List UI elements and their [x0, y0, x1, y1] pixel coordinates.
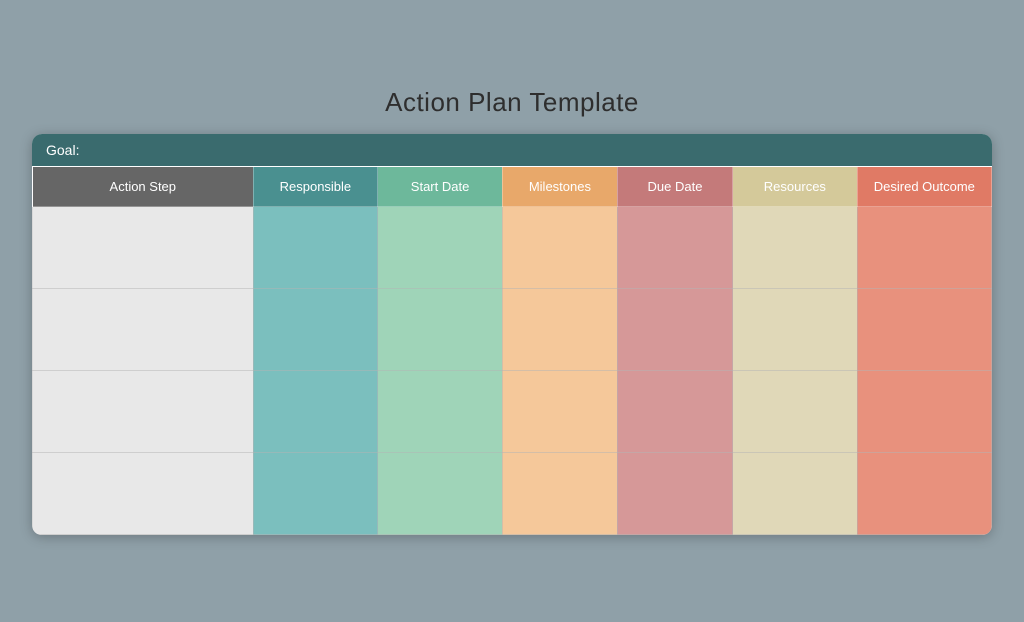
- header-mile: Milestones: [502, 167, 617, 207]
- header-desired: Desired Outcome: [857, 167, 991, 207]
- page-title: Action Plan Template: [385, 87, 639, 118]
- table-row: [33, 371, 992, 453]
- cell-desired-2[interactable]: [857, 289, 991, 371]
- cell-desired-4[interactable]: [857, 453, 991, 535]
- cell-desired-1[interactable]: [857, 207, 991, 289]
- header-resp: Responsible: [253, 167, 378, 207]
- cell-res-3[interactable]: [733, 371, 858, 453]
- cell-resp-1[interactable]: [253, 207, 378, 289]
- cell-start-2[interactable]: [378, 289, 503, 371]
- cell-resp-2[interactable]: [253, 289, 378, 371]
- cell-start-1[interactable]: [378, 207, 503, 289]
- cell-mile-4[interactable]: [502, 453, 617, 535]
- cell-mile-3[interactable]: [502, 371, 617, 453]
- header-due: Due Date: [617, 167, 732, 207]
- cell-mile-2[interactable]: [502, 289, 617, 371]
- cell-due-3[interactable]: [617, 371, 732, 453]
- cell-res-2[interactable]: [733, 289, 858, 371]
- header-start: Start Date: [378, 167, 503, 207]
- goal-label: Goal:: [46, 142, 79, 158]
- cell-desired-3[interactable]: [857, 371, 991, 453]
- table-row: [33, 289, 992, 371]
- table-row: [33, 453, 992, 535]
- header-res: Resources: [733, 167, 858, 207]
- action-plan-table: Action StepResponsibleStart DateMileston…: [32, 166, 992, 535]
- table-container: Goal: Action StepResponsibleStart DateMi…: [32, 134, 992, 535]
- goal-bar: Goal:: [32, 134, 992, 166]
- header-action: Action Step: [33, 167, 254, 207]
- cell-res-1[interactable]: [733, 207, 858, 289]
- cell-resp-4[interactable]: [253, 453, 378, 535]
- table-row: [33, 207, 992, 289]
- cell-due-2[interactable]: [617, 289, 732, 371]
- cell-action-3[interactable]: [33, 371, 254, 453]
- cell-mile-1[interactable]: [502, 207, 617, 289]
- header-row: Action StepResponsibleStart DateMileston…: [33, 167, 992, 207]
- cell-res-4[interactable]: [733, 453, 858, 535]
- table-body: [33, 207, 992, 535]
- cell-due-1[interactable]: [617, 207, 732, 289]
- table-header: Action StepResponsibleStart DateMileston…: [33, 167, 992, 207]
- cell-action-1[interactable]: [33, 207, 254, 289]
- cell-start-3[interactable]: [378, 371, 503, 453]
- cell-action-4[interactable]: [33, 453, 254, 535]
- cell-resp-3[interactable]: [253, 371, 378, 453]
- cell-action-2[interactable]: [33, 289, 254, 371]
- cell-due-4[interactable]: [617, 453, 732, 535]
- cell-start-4[interactable]: [378, 453, 503, 535]
- page-wrapper: Action Plan Template Goal: Action StepRe…: [32, 87, 992, 535]
